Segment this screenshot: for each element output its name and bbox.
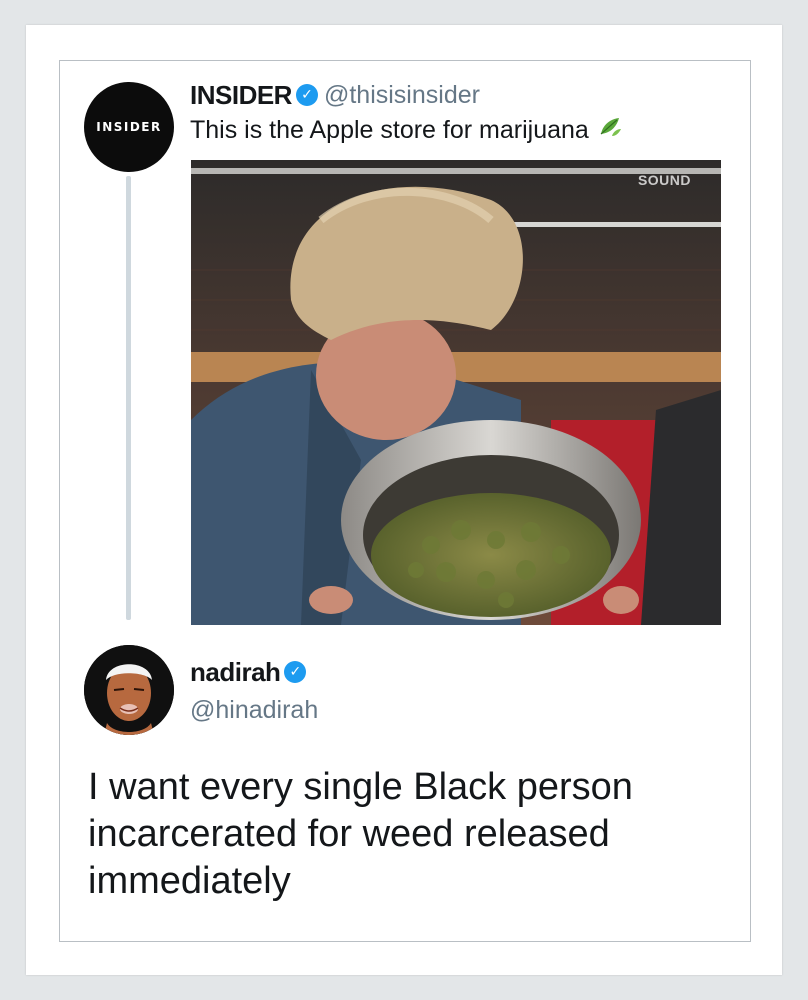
tweet1-text-row: This is the Apple store for marijuana bbox=[190, 114, 623, 147]
tweet2-text: I want every single Black person incarce… bbox=[88, 766, 633, 902]
leaf-icon bbox=[597, 114, 623, 147]
author-handle[interactable]: @hinadirah bbox=[190, 696, 318, 725]
verified-badge-icon: ✓ bbox=[284, 661, 307, 683]
media-photo bbox=[191, 160, 721, 625]
avatar-logo-text: INSIDER bbox=[96, 120, 162, 134]
tweet1-media-image[interactable]: SOUND bbox=[191, 160, 721, 625]
thread-line bbox=[126, 176, 131, 620]
author-name[interactable]: nadirah bbox=[190, 657, 281, 688]
insider-avatar[interactable]: INSIDER bbox=[84, 82, 174, 172]
tweet1-header: INSIDER ✓ @thisisinsider bbox=[190, 78, 480, 112]
author-name[interactable]: INSIDER bbox=[190, 80, 292, 111]
author-handle[interactable]: @thisisinsider bbox=[324, 81, 480, 110]
nadirah-avatar[interactable] bbox=[84, 645, 174, 735]
tweet1-text: This is the Apple store for marijuana bbox=[190, 116, 589, 144]
avatar-illustration bbox=[84, 645, 174, 735]
media-watermark: SOUND bbox=[637, 172, 691, 188]
verified-badge-icon: ✓ bbox=[295, 84, 318, 106]
tweet2-header: nadirah ✓ bbox=[190, 655, 312, 689]
